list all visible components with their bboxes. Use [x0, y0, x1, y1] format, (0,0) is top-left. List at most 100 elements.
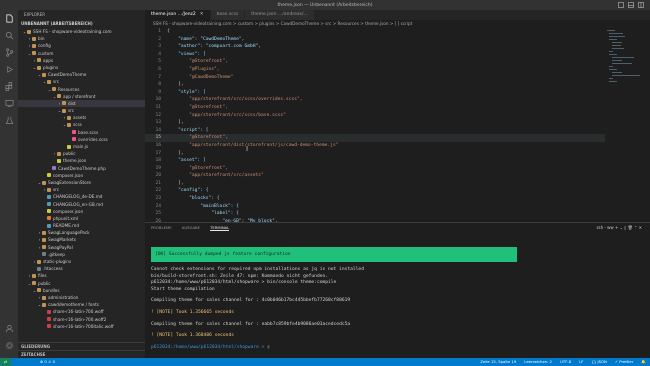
- explorer-icon[interactable]: [0, 10, 18, 27]
- code-line[interactable]: 16 "app/storefront/dist/storefront/js/ca…: [145, 142, 605, 150]
- layout-split-icon[interactable]: [638, 2, 644, 8]
- remote-explorer-icon[interactable]: [0, 95, 18, 112]
- tree-item[interactable]: ⌄ plugins: [18, 64, 145, 71]
- search-icon[interactable]: [0, 27, 18, 44]
- tree-item[interactable]: › SwagPayPal: [18, 244, 145, 251]
- layout-icon[interactable]: [618, 2, 624, 8]
- code-line[interactable]: 14 "script": [: [145, 127, 605, 135]
- close-icon[interactable]: ✕: [200, 12, 204, 17]
- tree-item[interactable]: › static-plugins: [18, 258, 145, 265]
- tree-item[interactable]: overrides.scss: [18, 136, 145, 143]
- code-line[interactable]: 20 "app/storefront/src/assets": [145, 172, 605, 180]
- tree-item[interactable]: › public: [18, 150, 145, 157]
- code-line[interactable]: 11 "@Storefront",: [145, 104, 605, 112]
- tree-item[interactable]: .gitkeep: [18, 251, 145, 258]
- tree-item[interactable]: ⌄ src: [18, 78, 145, 85]
- tab-base-scss[interactable]: base.scss: [210, 10, 246, 20]
- code-line[interactable]: 7 "@CawdDemoTheme": [145, 74, 605, 82]
- code-line[interactable]: 13 ],: [145, 119, 605, 127]
- testing-icon[interactable]: [0, 112, 18, 129]
- timeline-section[interactable]: ZEITACHSE: [18, 350, 145, 358]
- code-line[interactable]: 24 "mainBlock": {: [145, 203, 605, 211]
- tree-item[interactable]: ⌄ src: [18, 107, 145, 114]
- tree-item[interactable]: › apps: [18, 57, 145, 64]
- language-mode[interactable]: {} JSON: [592, 358, 607, 366]
- breadcrumb[interactable]: SSH FS - shopware-videotraining.com > cu…: [145, 20, 650, 28]
- tree-item[interactable]: ⌄ public: [18, 280, 145, 287]
- tree-item[interactable]: .htaccess: [18, 265, 145, 272]
- tab-problems[interactable]: PROBLEME: [151, 225, 172, 230]
- settings-gear-icon[interactable]: [0, 337, 18, 354]
- tree-item[interactable]: ⌄ scss: [18, 121, 145, 128]
- tree-item[interactable]: CawdDemoTheme.php: [18, 165, 145, 172]
- tree-item[interactable]: › files: [18, 272, 145, 279]
- tab-terminal[interactable]: TERMINAL: [210, 225, 230, 231]
- tree-item[interactable]: composer.json: [18, 208, 145, 215]
- account-icon[interactable]: [0, 320, 18, 337]
- layout-panel-icon[interactable]: [628, 2, 634, 8]
- tree-item[interactable]: ⌄ Resources: [18, 86, 145, 93]
- terminal-toolbar[interactable]: ssh - ww + ⌄ ▯ 🗑 ⌃ ✕: [596, 225, 642, 230]
- tree-item[interactable]: share-r16-latin-700italic.woff: [18, 323, 145, 330]
- tree-item[interactable]: › assets: [18, 114, 145, 121]
- end-of-line[interactable]: LF: [579, 358, 583, 366]
- cursor-position[interactable]: Zeile 15, Spalte 19: [480, 358, 516, 366]
- code-line[interactable]: 1{: [145, 28, 605, 36]
- code-line[interactable]: 21 ],: [145, 180, 605, 188]
- remote-indicator[interactable]: ⇄: [0, 358, 12, 366]
- tree-item[interactable]: CHANGELOG_en-GB.md: [18, 201, 145, 208]
- code-line[interactable]: 9 "style": [: [145, 89, 605, 97]
- tree-item[interactable]: phpunit.xml: [18, 215, 145, 222]
- code-line[interactable]: 4 "views": [: [145, 51, 605, 59]
- code-line[interactable]: 15 "@Storefront",: [145, 134, 605, 142]
- tree-item[interactable]: › administration: [18, 294, 145, 301]
- code-line[interactable]: 23 "blocks": {: [145, 195, 605, 203]
- tree-item[interactable]: › config: [18, 42, 145, 49]
- tree-item[interactable]: ⌄ SwagExtensionStore: [18, 179, 145, 186]
- code-editor[interactable]: 1{2 "name": "CawdDemoTheme", 3 "author": …: [145, 28, 605, 222]
- extensions-icon[interactable]: [0, 78, 18, 95]
- tree-item[interactable]: › SwagMarkets: [18, 236, 145, 243]
- source-control-icon[interactable]: [0, 44, 18, 61]
- tree-item[interactable]: › SwagLanguagePack: [18, 229, 145, 236]
- code-line[interactable]: 19 "@Storefront",: [145, 165, 605, 173]
- code-line[interactable]: 6 "@Plugins",: [145, 66, 605, 74]
- code-line[interactable]: 22 "config": {: [145, 187, 605, 195]
- tree-item[interactable]: composer.json: [18, 172, 145, 179]
- notifications-icon[interactable]: 🔔: [641, 358, 646, 366]
- minimap[interactable]: [605, 28, 645, 222]
- code-line[interactable]: 18 "asset": [: [145, 157, 605, 165]
- tree-item[interactable]: share-r16-latin-700.woff2: [18, 316, 145, 323]
- tree-item[interactable]: ⌄ SSH FS - shopware-videotraining.com: [18, 28, 145, 35]
- indentation[interactable]: Leerzeichen: 2: [524, 358, 552, 366]
- tree-item[interactable]: main.js: [18, 143, 145, 150]
- tree-item[interactable]: ⌄ app / storefront: [18, 93, 145, 100]
- tab-theme-json-andreas[interactable]: theme.json …/andreas/…: [245, 10, 315, 20]
- tree-item[interactable]: share-r16-latin-700.woff: [18, 308, 145, 315]
- tree-item[interactable]: › src: [18, 186, 145, 193]
- tree-item[interactable]: ⌄ bundles: [18, 287, 145, 294]
- code-line[interactable]: 10 "app/storefront/src/scss/overrides.sc…: [145, 96, 605, 104]
- tree-item[interactable]: ⌄ cawddemotheme / fonts: [18, 301, 145, 308]
- code-line[interactable]: 2 "name": "CawdDemoTheme",: [145, 36, 605, 44]
- run-debug-icon[interactable]: [0, 61, 18, 78]
- encoding[interactable]: UTF-8: [560, 358, 571, 366]
- workspace-header[interactable]: UNBENANNT (ARBEITSBEREICH): [18, 20, 145, 28]
- code-line[interactable]: 5 "@Storefront",: [145, 58, 605, 66]
- tree-item[interactable]: › dist: [18, 99, 145, 108]
- tree-item[interactable]: CHANGELOG_de-DE.md: [18, 193, 145, 200]
- tab-output[interactable]: AUSGABE: [182, 225, 200, 230]
- code-line[interactable]: 12 "app/storefront/src/scss/base.scss": [145, 112, 605, 120]
- terminal-output[interactable]: [OK] Successfully dumped js feature conf…: [151, 235, 641, 351]
- tree-item[interactable]: › bin: [18, 35, 145, 42]
- code-line[interactable]: 3 "author": "compuart.com GmbH",: [145, 43, 605, 51]
- problems-count[interactable]: ⊗ 0 ⚠ 0: [40, 358, 55, 366]
- code-line[interactable]: 25 "label": {: [145, 210, 605, 218]
- tab-theme-json[interactable]: theme.json …/Jenz2 ✕: [145, 10, 211, 20]
- prettier-status[interactable]: ✓ Prettier: [615, 358, 633, 366]
- tree-item[interactable]: theme.json: [18, 157, 145, 164]
- tree-item[interactable]: ⌄ CawdDemoTheme: [18, 71, 145, 78]
- tree-item[interactable]: ⌄ custom: [18, 50, 145, 57]
- code-line[interactable]: 8 ],: [145, 81, 605, 89]
- code-line[interactable]: 17 ],: [145, 150, 605, 158]
